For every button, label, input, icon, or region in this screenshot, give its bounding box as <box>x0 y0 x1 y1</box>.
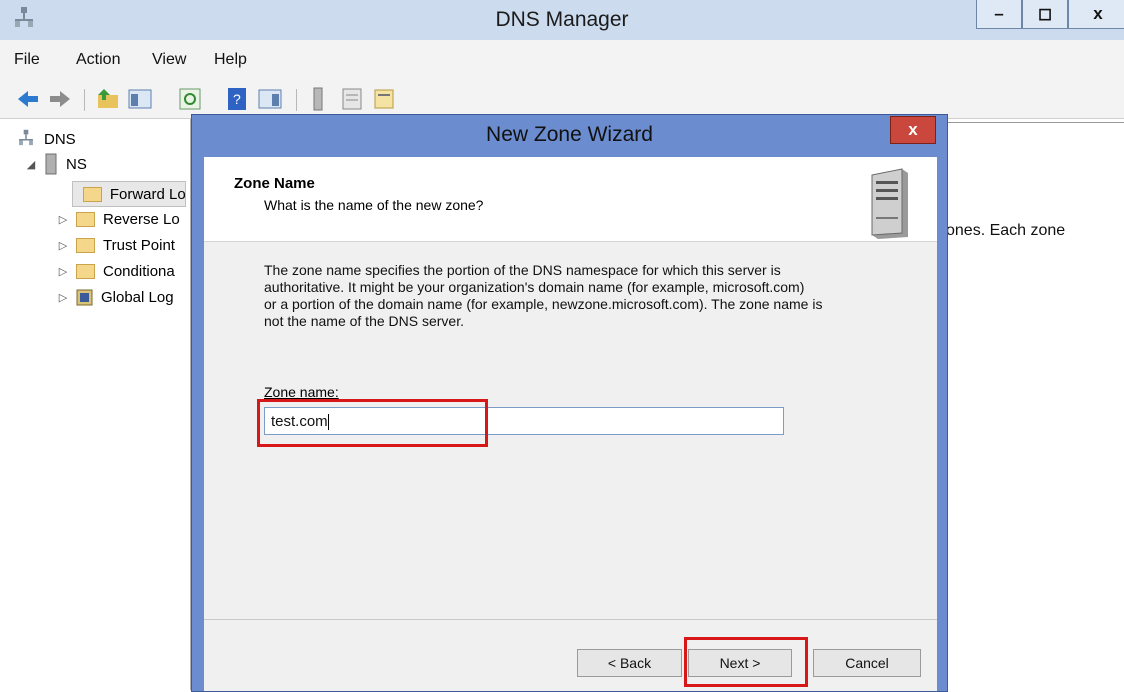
folder-icon <box>76 211 95 227</box>
tree-label: Trust Point <box>103 236 175 254</box>
zone-name-label: Zone name: <box>264 384 339 400</box>
tree-item-reverse-lookup[interactable]: ▷ Reverse Lo <box>56 207 188 231</box>
back-arrow-icon[interactable] <box>16 87 40 111</box>
menu-bar: File Action View Help <box>0 40 1124 80</box>
expand-arrow-icon[interactable]: ▷ <box>56 265 70 278</box>
log-icon <box>76 289 93 305</box>
toolbar-separator <box>84 89 85 111</box>
up-folder-icon[interactable] <box>96 87 120 111</box>
tree-label: DNS <box>44 130 76 148</box>
wizard-header: Zone Name What is the name of the new zo… <box>204 157 937 242</box>
tree-label: Forward Lo <box>109 185 185 203</box>
folder-icon <box>83 186 102 202</box>
new-zone-wizard-dialog: New Zone Wizard x Zone Name What is the … <box>191 114 948 692</box>
cancel-button[interactable]: Cancel <box>813 649 921 677</box>
tree-item-global-logs[interactable]: ▷ Global Log <box>56 285 188 309</box>
tree-label: Reverse Lo <box>103 210 180 228</box>
expand-arrow-icon[interactable]: ▷ <box>56 239 70 252</box>
toolbar-separator <box>296 89 297 111</box>
description-line: authoritative. It might be your organiza… <box>264 279 805 295</box>
console-tree: DNS ◢ NS Forward Lo ▷ Reverse Lo ▷ Trust… <box>0 119 191 690</box>
tree-item-ns[interactable]: ◢ NS <box>24 152 87 176</box>
properties-icon[interactable] <box>372 87 396 111</box>
tree-label: NS <box>66 155 87 173</box>
menu-view[interactable]: View <box>152 51 186 69</box>
description-line: The zone name specifies the portion of t… <box>264 262 781 278</box>
dialog-title: New Zone Wizard <box>486 123 653 146</box>
folder-icon <box>76 237 95 253</box>
expand-arrow-icon[interactable]: ▷ <box>56 291 70 304</box>
back-button[interactable]: < Back <box>577 649 682 677</box>
server-icon <box>45 153 57 175</box>
dialog-body: Zone Name What is the name of the new zo… <box>204 157 937 691</box>
right-pane-text: ones. Each zone <box>946 222 1066 239</box>
minimize-button[interactable]: – <box>976 0 1022 29</box>
tree-item-forward-lookup[interactable]: Forward Lo <box>72 181 186 207</box>
next-button-highlight <box>684 637 808 687</box>
forward-arrow-icon[interactable] <box>48 87 72 111</box>
dns-icon <box>19 129 33 146</box>
tree-label: Conditiona <box>103 262 175 280</box>
window-title: DNS Manager <box>495 8 629 31</box>
description-line: or a portion of the domain name (for exa… <box>264 296 823 312</box>
server-icon[interactable] <box>306 87 330 111</box>
close-button[interactable]: x <box>1068 0 1124 29</box>
maximize-button[interactable]: ◻ <box>1022 0 1068 29</box>
show-hide-console-tree-icon[interactable] <box>128 87 152 111</box>
menu-help[interactable]: Help <box>214 51 247 69</box>
tree-item-trust-points[interactable]: ▷ Trust Point <box>56 233 188 257</box>
dialog-close-button[interactable]: x <box>890 116 936 144</box>
action-pane-icon[interactable] <box>258 87 282 111</box>
refresh-icon[interactable] <box>178 87 202 111</box>
tree-item-dns[interactable]: DNS <box>16 127 76 151</box>
main-titlebar: DNS Manager – ◻ x <box>0 0 1124 40</box>
svg-text:?: ? <box>233 91 241 107</box>
wizard-step-subtitle: What is the name of the new zone? <box>264 197 484 213</box>
zone-list-icon[interactable] <box>340 87 364 111</box>
window-controls: – ◻ x <box>976 0 1124 30</box>
zone-name-description: The zone name specifies the portion of t… <box>264 262 904 330</box>
server-tower-icon <box>871 168 908 239</box>
wizard-step-title: Zone Name <box>234 175 315 192</box>
description-line: not the name of the DNS server. <box>264 313 464 329</box>
help-icon[interactable]: ? <box>226 87 250 111</box>
folder-icon <box>76 263 95 279</box>
tree-label: Global Log <box>101 288 174 306</box>
tree-item-conditional-forwarders[interactable]: ▷ Conditiona <box>56 259 188 283</box>
menu-action[interactable]: Action <box>76 51 120 69</box>
right-pane-divider <box>946 122 1124 123</box>
zone-name-highlight <box>257 399 488 447</box>
expand-arrow-icon[interactable]: ▷ <box>56 213 70 226</box>
menu-file[interactable]: File <box>14 51 40 69</box>
collapse-arrow-icon[interactable]: ◢ <box>24 158 38 171</box>
footer-divider <box>204 619 937 620</box>
